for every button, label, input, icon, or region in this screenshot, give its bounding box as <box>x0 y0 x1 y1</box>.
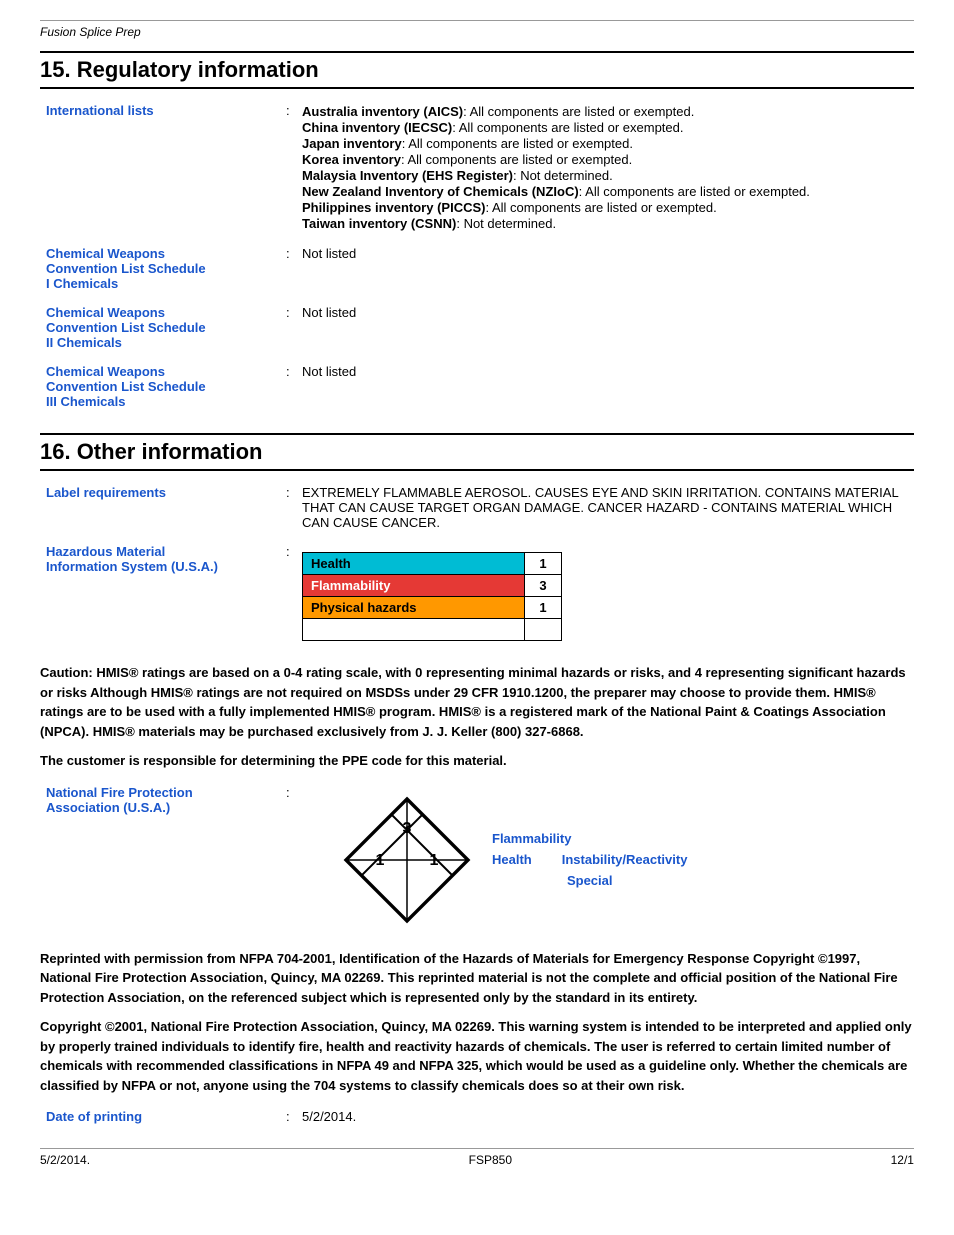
colon-2: : <box>280 242 296 295</box>
label-requirements-label: Label requirements <box>40 481 280 534</box>
nfpa-copyright2: Copyright ©2001, National Fire Protectio… <box>40 1017 914 1095</box>
cwc2-label: Chemical Weapons Convention List Schedul… <box>40 301 280 354</box>
hmis-physical-label: Physical hazards <box>303 597 525 619</box>
hmis-flammability-label: Flammability <box>303 575 525 597</box>
ppe-line: The customer is responsible for determin… <box>40 751 914 771</box>
nfpa-label: National Fire Protection Association (U.… <box>40 781 280 939</box>
hmis-ppe-value <box>525 619 562 641</box>
cwc1-table: Chemical Weapons Convention List Schedul… <box>40 242 914 295</box>
hmis-ppe-label <box>303 619 525 641</box>
nfpa-labels-group: Flammability Health Instability/Reactivity… <box>492 831 687 888</box>
label-requirements-row: Label requirements : EXTREMELY FLAMMABLE… <box>40 481 914 534</box>
date-printing-table: Date of printing : 5/2/2014. <box>40 1105 914 1128</box>
svg-text:1: 1 <box>430 852 439 869</box>
international-lists-value: Australia inventory (AICS): All componen… <box>296 99 914 236</box>
section-16: 16. Other information Label requirements… <box>40 433 914 1128</box>
cwc3-row: Chemical Weapons Convention List Schedul… <box>40 360 914 413</box>
nfpa-diamond-container: 3 1 1 Flammability Health Instability/Reac… <box>342 795 908 925</box>
date-printing-row: Date of printing : 5/2/2014. <box>40 1105 914 1128</box>
nfpa-row: National Fire Protection Association (U.… <box>40 781 914 939</box>
colon-5: : <box>280 481 296 534</box>
svg-text:3: 3 <box>403 820 412 837</box>
hmis-health-row: Health 1 <box>303 553 562 575</box>
hmis-table: Hazardous Material Information System (U… <box>40 540 914 653</box>
nfpa-health-text: Health <box>492 852 532 867</box>
colon-1: : <box>280 99 296 236</box>
document-title: Fusion Splice Prep <box>40 25 141 39</box>
hmis-physical-value: 1 <box>525 597 562 619</box>
hmis-flammability-row: Flammability 3 <box>303 575 562 597</box>
section-16-heading: 16. Other information <box>40 433 914 471</box>
cwc2-row: Chemical Weapons Convention List Schedul… <box>40 301 914 354</box>
cwc2-table: Chemical Weapons Convention List Schedul… <box>40 301 914 354</box>
nfpa-flammability-label: Flammability <box>492 831 687 846</box>
section-15-heading: 15. Regulatory information <box>40 51 914 89</box>
hmis-physical-row: Physical hazards 1 <box>303 597 562 619</box>
cwc1-row: Chemical Weapons Convention List Schedul… <box>40 242 914 295</box>
cwc1-label: Chemical Weapons Convention List Schedul… <box>40 242 280 295</box>
document-header: Fusion Splice Prep <box>40 20 914 43</box>
footer-left: 5/2/2014. <box>40 1153 90 1167</box>
date-printing-value: 5/2/2014. <box>296 1105 914 1128</box>
colon-7: : <box>280 781 296 939</box>
cwc1-value: Not listed <box>296 242 914 295</box>
cwc2-value: Not listed <box>296 301 914 354</box>
colon-6: : <box>280 540 296 653</box>
page: Fusion Splice Prep 15. Regulatory inform… <box>0 0 954 1235</box>
hmis-health-label: Health <box>303 553 525 575</box>
nfpa-special-text: Special <box>492 873 687 888</box>
hmis-flammability-value: 3 <box>525 575 562 597</box>
colon-4: : <box>280 360 296 413</box>
hmis-caution: Caution: HMIS® ratings are based on a 0-… <box>40 663 914 741</box>
date-printing-label: Date of printing <box>40 1105 280 1128</box>
nfpa-health-instability-row: Health Instability/Reactivity <box>492 852 687 867</box>
label-requirements-value: EXTREMELY FLAMMABLE AEROSOL. CAUSES EYE … <box>296 481 914 534</box>
hmis-row: Hazardous Material Information System (U… <box>40 540 914 653</box>
cwc3-table: Chemical Weapons Convention List Schedul… <box>40 360 914 413</box>
hmis-value: Health 1 Flammability 3 Physical hazards… <box>296 540 914 653</box>
international-lists-row: International lists : Australia inventor… <box>40 99 914 236</box>
hmis-label: Hazardous Material Information System (U… <box>40 540 280 653</box>
hmis-health-value: 1 <box>525 553 562 575</box>
footer-center: FSP850 <box>469 1153 512 1167</box>
international-lists-table: International lists : Australia inventor… <box>40 99 914 236</box>
section-15: 15. Regulatory information International… <box>40 51 914 413</box>
page-footer: 5/2/2014. FSP850 12/1 <box>40 1148 914 1167</box>
international-lists-label: International lists <box>40 99 280 236</box>
cwc3-value: Not listed <box>296 360 914 413</box>
nfpa-instability-text: Instability/Reactivity <box>562 852 688 867</box>
nfpa-copyright1: Reprinted with permission from NFPA 704-… <box>40 949 914 1008</box>
nfpa-table: National Fire Protection Association (U.… <box>40 781 914 939</box>
hmis-rating-table: Health 1 Flammability 3 Physical hazards… <box>302 552 562 641</box>
label-requirements-table: Label requirements : EXTREMELY FLAMMABLE… <box>40 481 914 534</box>
svg-text:1: 1 <box>376 852 385 869</box>
colon-3: : <box>280 301 296 354</box>
nfpa-diamond-svg: 3 1 1 <box>342 795 472 925</box>
nfpa-value: 3 1 1 Flammability Health Instability/Reac… <box>296 781 914 939</box>
colon-8: : <box>280 1105 296 1128</box>
footer-right: 12/1 <box>891 1153 914 1167</box>
cwc3-label: Chemical Weapons Convention List Schedul… <box>40 360 280 413</box>
hmis-ppe-row <box>303 619 562 641</box>
